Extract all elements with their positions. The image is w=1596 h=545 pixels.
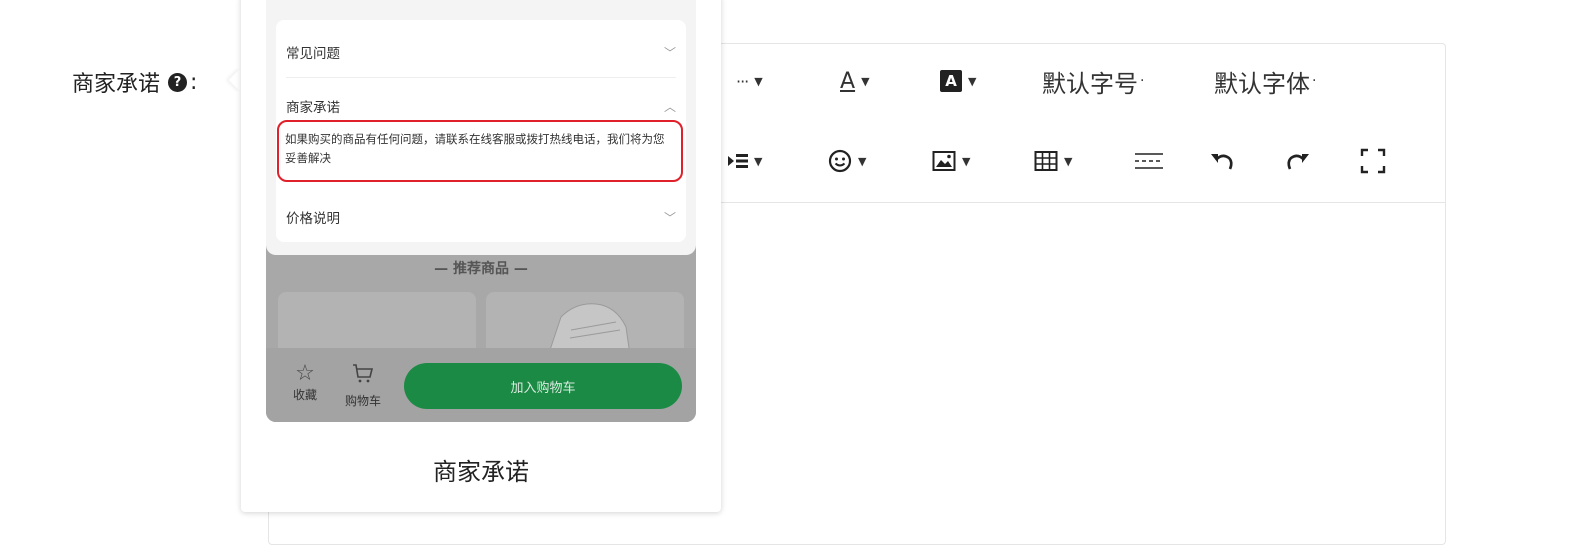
horizontal-rule-icon — [1135, 153, 1163, 169]
image-icon — [932, 151, 956, 171]
accordion-item-price-note[interactable]: 价格说明 ﹀ — [286, 207, 676, 228]
indent-button[interactable]: ▼ — [726, 144, 762, 178]
title-line-left: — — [434, 261, 453, 277]
undo-icon — [1211, 154, 1233, 170]
field-label-colon: : — [190, 69, 198, 95]
accordion-item-merchant-promise[interactable]: 商家承诺 ︿ — [286, 96, 676, 117]
fullscreen-button[interactable] — [1360, 144, 1386, 178]
more-icon: ··· — [736, 71, 749, 91]
emoji-icon — [828, 149, 852, 173]
background-color-icon: A — [940, 70, 962, 92]
chevron-down-icon: · — [1140, 73, 1145, 89]
chevron-down-icon: ﹀ — [663, 45, 676, 60]
font-family-select[interactable]: 默认字体 · — [1214, 64, 1316, 98]
recommended-products-title: — 推荐商品 — — [434, 261, 528, 277]
background-color-button[interactable]: A ▼ — [940, 64, 976, 98]
font-size-select[interactable]: 默认字号 · — [1042, 64, 1144, 98]
accordion-item-faq[interactable]: 常见问题 ﹀ — [286, 42, 676, 63]
table-button[interactable]: ▼ — [1034, 144, 1072, 178]
divider — [286, 77, 676, 78]
chevron-down-icon: ▼ — [754, 154, 763, 168]
chevron-down-icon: ▼ — [968, 74, 977, 88]
table-icon — [1034, 151, 1058, 171]
indent-icon — [728, 154, 748, 168]
add-to-cart-button[interactable]: 加入购物车 — [404, 363, 682, 409]
font-color-button[interactable]: A ▼ — [840, 64, 870, 98]
fullscreen-icon — [1360, 148, 1386, 174]
chevron-down-icon: ▼ — [858, 154, 867, 168]
chevron-down-icon: · — [1312, 73, 1317, 89]
star-icon: ☆ — [295, 361, 315, 386]
chevron-up-icon: ︿ — [663, 99, 676, 114]
undo-button[interactable] — [1209, 144, 1235, 178]
chevron-down-icon: ▼ — [1064, 154, 1073, 168]
merchant-promise-content: 如果购买的商品有任何问题，请联系在线客服或拨打热线电话，我们将为您妥善解决 — [277, 120, 683, 182]
horizontal-rule-button[interactable] — [1134, 144, 1164, 178]
merchant-promise-label: 商家承诺 ? : — [72, 66, 197, 98]
mobile-preview: 常见问题 ﹀ 商家承诺 ︿ 价格说明 ﹀ 如果购买的商品有任何问题，请联系在线客… — [266, 0, 696, 422]
cart-icon — [340, 362, 386, 392]
question-circle-icon[interactable]: ? — [168, 72, 188, 92]
chevron-down-icon: ﹀ — [663, 210, 676, 225]
chevron-down-icon: ▼ — [754, 74, 763, 88]
more-button[interactable]: ··· ▼ — [736, 64, 763, 98]
redo-icon — [1287, 154, 1309, 170]
chevron-down-icon: ▼ — [962, 154, 971, 168]
font-color-icon: A — [840, 68, 856, 94]
emoji-button[interactable]: ▼ — [828, 144, 866, 178]
image-button[interactable]: ▼ — [932, 144, 970, 178]
chevron-down-icon: ▼ — [861, 74, 870, 88]
field-label-text: 商家承诺 — [72, 72, 161, 97]
favorite-button[interactable]: ☆ 收藏 — [282, 362, 328, 403]
redo-button[interactable] — [1285, 144, 1311, 178]
preview-caption: 商家承诺 — [433, 458, 529, 486]
cart-button[interactable]: 购物车 — [340, 362, 386, 409]
title-line-right: — — [509, 261, 528, 277]
